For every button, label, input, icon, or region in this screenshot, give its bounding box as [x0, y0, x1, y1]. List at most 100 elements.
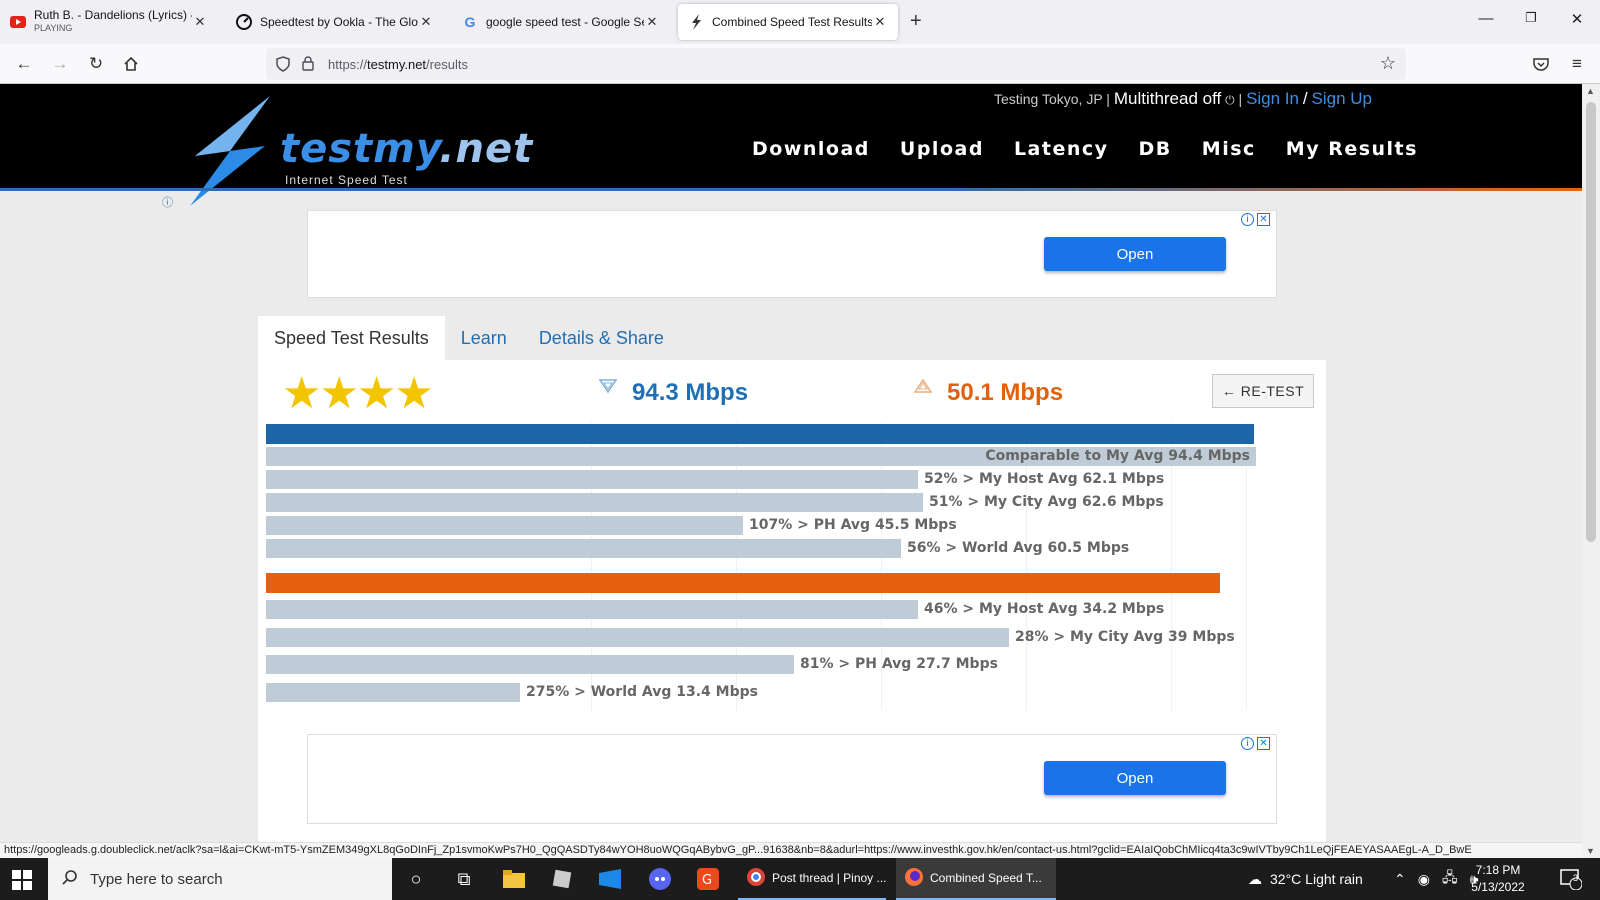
bookmark-star-icon[interactable]: ☆: [1380, 53, 1396, 74]
back-arrow-icon[interactable]: ←: [13, 53, 35, 75]
tab-speed-test-results[interactable]: Speed Test Results: [258, 316, 445, 360]
nav-db[interactable]: DB: [1139, 138, 1172, 160]
hamburger-menu-icon[interactable]: ≡: [1566, 53, 1588, 75]
results-tabs: Speed Test Results Learn Details & Share: [258, 316, 680, 360]
nav-my-results[interactable]: My Results: [1286, 138, 1418, 160]
web-page: Testing Tokyo, JP | Multithread off ⏻ | …: [0, 84, 1582, 842]
new-tab-button[interactable]: +: [910, 10, 922, 33]
tab-playing-label: PLAYING: [34, 23, 73, 33]
header-divider: [0, 188, 1582, 191]
notification-center-icon[interactable]: 3: [1560, 858, 1582, 900]
close-tab-icon[interactable]: ✕: [418, 14, 434, 30]
nav-upload[interactable]: Upload: [900, 138, 984, 160]
ad-open-button[interactable]: Open: [1044, 237, 1226, 271]
logo-tagline: Internet Speed Test: [285, 173, 408, 187]
reload-icon[interactable]: ↻: [85, 53, 107, 75]
ad-info-icon[interactable]: ⓘ: [162, 194, 173, 210]
browser-toolbar: ← → ↻ https://testmy.net/results ☆ ≡: [0, 44, 1600, 84]
upload-comparison-bar: [266, 627, 1009, 647]
download-comparison-bar: [266, 493, 923, 512]
taskbar-app-firefox[interactable]: Combined Speed T...: [896, 858, 1056, 900]
bar-label: 52% > My Host Avg 62.1 Mbps: [924, 471, 1165, 487]
page-scrollbar[interactable]: ▲ ▼: [1582, 84, 1600, 858]
taskbar-search-box[interactable]: Type here to search: [48, 858, 392, 900]
shield-icon[interactable]: [276, 56, 290, 77]
close-tab-icon[interactable]: ✕: [872, 14, 888, 30]
taskbar-app-label: Combined Speed T...: [930, 871, 1042, 885]
ad-close-icon[interactable]: ✕: [1257, 737, 1270, 750]
download-comparison-bar: [266, 516, 743, 535]
ad-info-icon[interactable]: i: [1241, 213, 1254, 226]
search-icon: [62, 869, 78, 889]
advertisement-bottom[interactable]: i ✕ Open: [307, 734, 1277, 824]
power-icon[interactable]: ⏻: [1225, 93, 1235, 107]
forward-arrow-icon[interactable]: →: [49, 53, 71, 75]
address-bar[interactable]: https://testmy.net/results ☆: [266, 48, 1406, 80]
url-text[interactable]: https://testmy.net/results: [328, 57, 468, 72]
weather-text: 32°C Light rain: [1270, 871, 1363, 887]
minimize-icon[interactable]: —: [1476, 10, 1496, 27]
link-status-bar: https://googleads.g.doubleclick.net/aclk…: [0, 842, 1582, 858]
pocket-icon[interactable]: [1530, 53, 1552, 75]
tab-google[interactable]: G google speed test - Google Sear ✕: [452, 4, 670, 40]
home-icon[interactable]: [120, 53, 142, 75]
task-view-icon[interactable]: ⧉: [452, 867, 476, 891]
windows-taskbar: Type here to search ○ ⧉ G Post thread | …: [0, 858, 1600, 900]
chevron-up-icon[interactable]: ⌃: [1394, 871, 1406, 888]
bar-label: 275% > World Avg 13.4 Mbps: [526, 683, 758, 700]
upload-main-bar: [266, 573, 1220, 593]
rain-cloud-icon: ☁: [1248, 870, 1262, 887]
lock-icon[interactable]: [302, 56, 314, 76]
store-icon[interactable]: [598, 867, 622, 891]
file-explorer-icon[interactable]: [502, 867, 526, 891]
clock-time: 7:18 PM: [1475, 863, 1521, 877]
nav-download[interactable]: Download: [752, 138, 870, 160]
app-icon[interactable]: [550, 867, 574, 891]
site-header: Testing Tokyo, JP | Multithread off ⏻ | …: [0, 84, 1582, 206]
sign-in-link[interactable]: Sign In: [1246, 89, 1299, 108]
multithread-toggle[interactable]: Multithread off: [1114, 89, 1221, 108]
bar-label: 28% > My City Avg 39 Mbps: [1015, 628, 1235, 645]
main-navigation: Download Upload Latency DB Misc My Resul…: [752, 138, 1418, 160]
upload-comparison-bar: [266, 600, 918, 619]
scroll-down-icon[interactable]: ▼: [1586, 846, 1595, 856]
nav-misc[interactable]: Misc: [1202, 138, 1256, 160]
taskbar-clock[interactable]: 7:18 PM 5/13/2022: [1463, 862, 1533, 896]
cortana-icon[interactable]: ○: [404, 867, 428, 891]
tab-learn[interactable]: Learn: [445, 316, 523, 360]
discord-icon[interactable]: [648, 867, 672, 891]
tab-details-share[interactable]: Details & Share: [523, 316, 680, 360]
tab-speedtest[interactable]: Speedtest by Ookla - The Global ✕: [226, 4, 444, 40]
bar-label: Comparable to My Avg 94.4 Mbps: [985, 448, 1250, 464]
header-topline: Testing Tokyo, JP | Multithread off ⏻ | …: [994, 89, 1372, 109]
tab-testmy-active[interactable]: Combined Speed Test Results ✕: [678, 4, 898, 40]
ad-info-icon[interactable]: i: [1241, 737, 1254, 750]
speedtest-icon: [236, 14, 252, 30]
advertisement-top[interactable]: i ✕ Open: [307, 210, 1277, 298]
garena-icon[interactable]: G: [696, 867, 720, 891]
chrome-icon: [746, 867, 766, 890]
windows-start-icon[interactable]: [12, 870, 32, 890]
upload-comparison-bar: [266, 655, 794, 674]
svg-text:G: G: [702, 873, 712, 888]
webcam-icon[interactable]: ◉: [1418, 871, 1430, 888]
close-tab-icon[interactable]: ✕: [644, 14, 660, 30]
sign-up-link[interactable]: Sign Up: [1312, 89, 1372, 108]
close-window-icon[interactable]: ✕: [1567, 10, 1587, 28]
network-icon[interactable]: 🖧: [1442, 867, 1458, 891]
weather-widget[interactable]: ☁ 32°C Light rain: [1248, 858, 1363, 900]
nav-latency[interactable]: Latency: [1014, 138, 1109, 160]
ad-close-icon[interactable]: ✕: [1257, 213, 1270, 226]
ad-open-button[interactable]: Open: [1044, 761, 1226, 795]
scroll-up-icon[interactable]: ▲: [1586, 86, 1595, 96]
restore-icon[interactable]: ❐: [1521, 10, 1541, 26]
scroll-thumb[interactable]: [1586, 102, 1596, 542]
download-main-bar: [266, 424, 1254, 444]
tab-youtube[interactable]: Ruth B. - Dandelions (Lyrics) - Y PLAYIN…: [0, 4, 218, 40]
search-placeholder: Type here to search: [90, 870, 223, 888]
browser-tab-strip: Ruth B. - Dandelions (Lyrics) - Y PLAYIN…: [0, 0, 1600, 44]
taskbar-app-chrome[interactable]: Post thread | Pinoy ...: [738, 858, 887, 900]
google-icon: G: [464, 14, 476, 30]
download-comparison-bar: [266, 470, 918, 489]
close-tab-icon[interactable]: ✕: [192, 14, 208, 30]
